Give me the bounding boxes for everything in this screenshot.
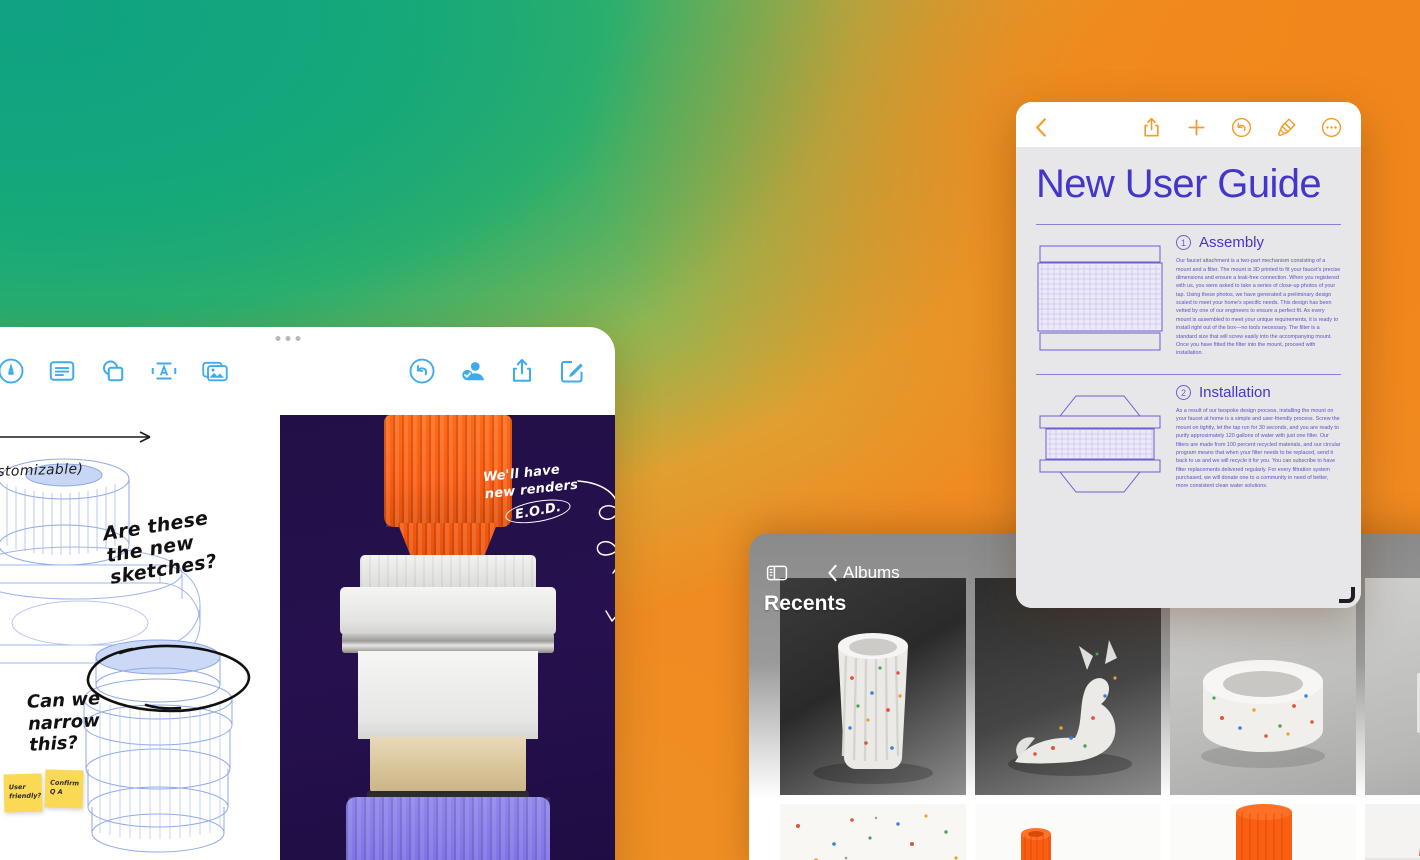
section-paragraph: As a result of our bespoke design proces… xyxy=(1176,408,1341,490)
render-white-body xyxy=(357,651,538,739)
ink-pen-icon[interactable] xyxy=(0,356,26,386)
photo-faucet-ledge[interactable] xyxy=(1365,804,1420,860)
sidebar-icon[interactable] xyxy=(765,561,789,585)
sketch-toolbar-left-group xyxy=(0,356,230,386)
document-section-head: 1 Assembly xyxy=(1176,234,1341,251)
mount-diagram xyxy=(1036,384,1164,494)
text-label-icon[interactable] xyxy=(149,356,179,386)
photos-section-title: Recents xyxy=(764,592,847,615)
photo-faucet-base[interactable] xyxy=(975,804,1161,860)
render-steel-ring xyxy=(341,633,554,653)
sketch-toolbar-right-group xyxy=(407,356,587,386)
sketch-toolbar xyxy=(0,347,615,395)
photo-speckled-ring[interactable] xyxy=(1170,578,1356,795)
text-box-icon[interactable] xyxy=(47,356,77,386)
more-icon[interactable] xyxy=(1320,116,1343,139)
render-white-flange xyxy=(339,587,556,635)
document-section-text: 2 Installation As a result of our bespok… xyxy=(1176,384,1341,494)
back-label: Albums xyxy=(843,563,900,582)
document-section-assembly: 1 Assembly Our faucet attachment is a tw… xyxy=(1036,234,1341,358)
document-toolbar xyxy=(1016,102,1361,147)
photo-speckled-dog[interactable] xyxy=(975,578,1161,795)
render-purple-base xyxy=(345,797,550,860)
sticky-note-line2: Q A xyxy=(49,787,63,796)
photo-faucet-mount[interactable] xyxy=(1170,804,1356,860)
sketch-canvas[interactable]: (Customizable) Are these the new sketche… xyxy=(0,395,615,860)
sticky-note-line1: Confirm xyxy=(50,778,80,788)
document-divider xyxy=(1036,223,1341,226)
section-heading: Installation xyxy=(1199,384,1271,402)
share-icon[interactable] xyxy=(1140,116,1163,139)
photo-thumb xyxy=(1008,640,1132,776)
media-icon[interactable] xyxy=(200,356,230,386)
render-white-collar xyxy=(359,555,536,591)
chevron-left-icon xyxy=(828,564,837,582)
document-section-text: 1 Assembly Our faucet attachment is a tw… xyxy=(1176,234,1341,358)
annotation-eod-badge: E.O.D. xyxy=(503,495,573,528)
document-title: New User Guide xyxy=(1036,162,1322,206)
window-drag-handle[interactable] xyxy=(275,336,300,341)
photo-speckled-block[interactable] xyxy=(1365,578,1420,795)
undo-icon[interactable] xyxy=(407,356,437,386)
sketch-app-window[interactable]: (Customizable) Are these the new sketche… xyxy=(0,327,615,860)
document-body[interactable]: New User Guide 1 Assembly Our faucet att… xyxy=(1016,147,1361,608)
sticky-note[interactable]: User friendly? xyxy=(3,773,43,813)
photo-thumb xyxy=(1236,804,1292,860)
sticky-note[interactable]: Confirm Q A xyxy=(44,769,84,809)
plus-icon[interactable] xyxy=(1185,116,1208,139)
photo-speckled-texture[interactable] xyxy=(780,804,966,860)
annotation-curly-arrow-icon xyxy=(577,480,615,622)
photo-thumb xyxy=(1021,828,1051,860)
document-section-head: 2 Installation xyxy=(1176,384,1341,401)
collaborate-icon[interactable] xyxy=(457,356,487,386)
markup-brush-icon[interactable] xyxy=(1275,116,1298,139)
photo-thumb xyxy=(1365,848,1420,860)
back-to-albums-button[interactable]: Albums xyxy=(827,563,900,583)
photo-thumb xyxy=(1417,672,1420,734)
document-app-window[interactable]: New User Guide 1 Assembly Our faucet att… xyxy=(1016,102,1361,608)
back-icon[interactable] xyxy=(1030,116,1053,139)
section-paragraph: Our faucet attachment is a two-part mech… xyxy=(1176,258,1341,357)
section-number-badge: 2 xyxy=(1176,385,1191,401)
shapes-icon[interactable] xyxy=(98,356,128,386)
filter-cartridge-diagram xyxy=(1036,234,1164,358)
resize-corner[interactable] xyxy=(1339,587,1355,603)
document-divider xyxy=(1036,373,1341,376)
render-filter-media xyxy=(369,737,526,793)
compose-icon[interactable] xyxy=(557,356,587,386)
section-heading: Assembly xyxy=(1199,234,1265,252)
share-icon[interactable] xyxy=(507,356,537,386)
annotation-can-we-narrow-this: Can we narrow this? xyxy=(26,688,101,757)
photo-thumb xyxy=(1201,660,1325,768)
undo-icon[interactable] xyxy=(1230,116,1253,139)
photo-thumb xyxy=(780,804,966,860)
render-preview-panel[interactable]: We'll have new renders E.O.D. xyxy=(280,415,615,860)
sticky-note-line2: friendly? xyxy=(8,791,42,801)
document-section-installation: 2 Installation As a result of our bespok… xyxy=(1036,384,1341,494)
photo-grid xyxy=(780,578,1420,860)
section-number-badge: 1 xyxy=(1176,235,1191,251)
